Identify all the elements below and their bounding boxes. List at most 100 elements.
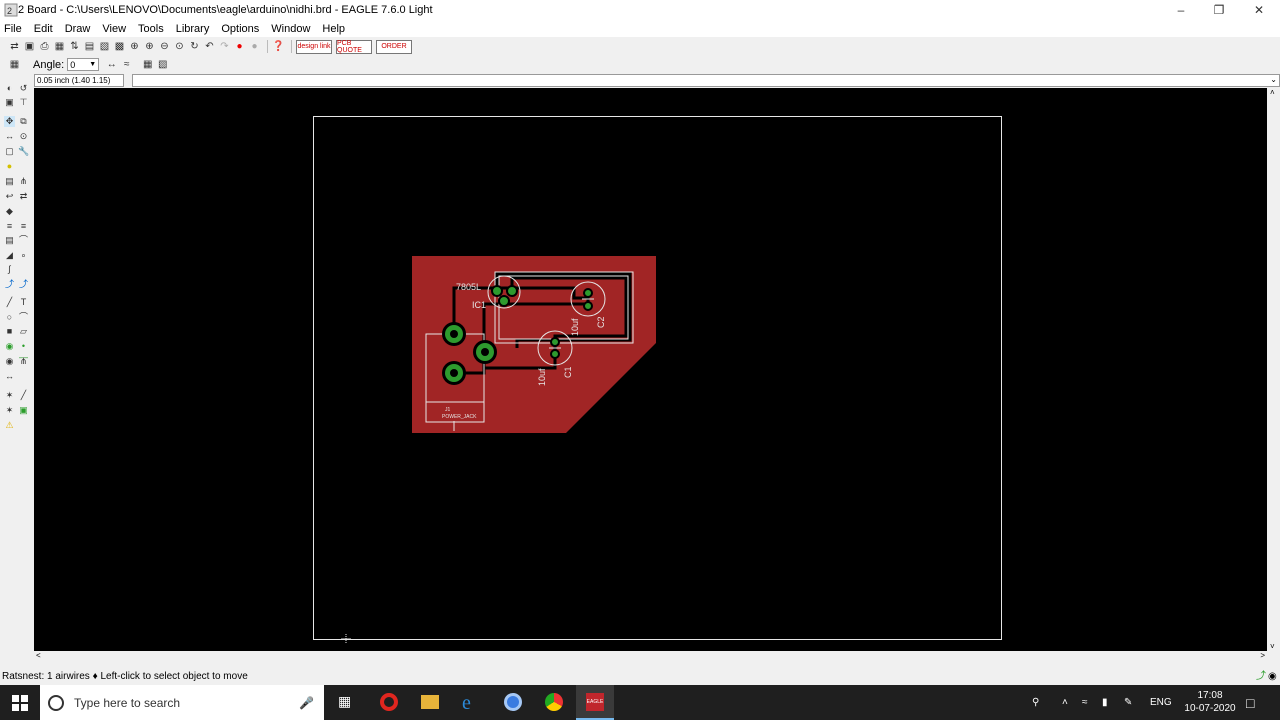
ulp-icon[interactable]: ▤ xyxy=(83,40,96,53)
group-icon[interactable]: ▢ xyxy=(4,146,15,157)
battery-icon[interactable]: ▮ xyxy=(1102,685,1108,720)
go-icon[interactable]: ● xyxy=(248,40,261,53)
grid-layout-icon[interactable]: ▦ xyxy=(141,58,154,71)
language-indicator[interactable]: ENG xyxy=(1150,685,1172,720)
script-icon[interactable]: ▧ xyxy=(98,40,111,53)
route-icon[interactable]: ∘ xyxy=(18,250,29,261)
circle-icon[interactable]: ○ xyxy=(4,312,15,323)
miter-icon[interactable]: ⌒ xyxy=(18,235,29,246)
arc-icon[interactable]: ⌒ xyxy=(18,312,29,323)
microphone-icon[interactable]: 🎤 xyxy=(299,696,314,710)
menu-file[interactable]: File xyxy=(4,23,22,35)
optimize-icon[interactable]: ◢ xyxy=(4,250,15,261)
signal-icon[interactable]: •— xyxy=(18,341,29,362)
meander-icon[interactable]: ∫ xyxy=(4,264,15,275)
autoroute-icon[interactable]: ⤴ xyxy=(18,279,29,290)
chevron-down-icon[interactable]: ⌄ xyxy=(1270,75,1277,84)
value-icon[interactable]: ≡ xyxy=(18,221,29,232)
via-icon[interactable]: ◉ xyxy=(4,341,15,352)
chevron-up-icon[interactable]: ˄ xyxy=(1062,685,1068,720)
menu-draw[interactable]: Draw xyxy=(65,23,91,35)
chevron-right-icon[interactable]: > xyxy=(1260,651,1265,660)
polygon-icon[interactable]: ▱ xyxy=(18,326,29,337)
print-icon[interactable]: ⎙ xyxy=(38,40,51,53)
chrome-icon[interactable] xyxy=(545,693,563,711)
order-button[interactable]: ORDER xyxy=(376,39,412,54)
change-icon[interactable]: 🔧 xyxy=(18,146,29,157)
pen-icon[interactable]: ✎ xyxy=(1124,685,1132,720)
menu-help[interactable]: Help xyxy=(322,23,345,35)
attribute-icon[interactable]: ⋔ xyxy=(18,356,29,367)
undo-icon[interactable]: ↶ xyxy=(203,40,216,53)
split-icon[interactable]: ≡ xyxy=(4,221,15,232)
command-line-input[interactable]: ⌄ xyxy=(132,74,1280,87)
save-icon[interactable]: ▣ xyxy=(23,40,36,53)
minimize-button[interactable]: – xyxy=(1162,0,1200,20)
delete-icon[interactable]: ▤ xyxy=(4,176,15,187)
taskbar-search-box[interactable]: Type here to search 🎤 xyxy=(40,685,324,720)
grid-layout2-icon[interactable]: ▧ xyxy=(156,58,169,71)
vertical-scrollbar[interactable]: ˄ ˅ xyxy=(1267,88,1280,651)
info-icon[interactable]: ◐ xyxy=(4,83,15,94)
wire-icon[interactable]: ╱ xyxy=(4,297,15,308)
layers-icon[interactable]: ▩ xyxy=(113,40,126,53)
grid-icon[interactable]: ▦ xyxy=(8,58,21,71)
eagle-taskbar-button[interactable]: EAGLE xyxy=(576,685,614,720)
text-icon[interactable]: T xyxy=(18,297,29,308)
task-view-icon[interactable]: ▦ xyxy=(338,693,356,711)
erc-icon[interactable]: ✶ xyxy=(4,405,15,416)
display-icon[interactable]: ▣ xyxy=(4,97,15,108)
drc-icon[interactable]: ▣ xyxy=(18,405,29,416)
chromium-icon[interactable] xyxy=(504,693,522,711)
people-icon[interactable]: ⚲ xyxy=(1032,685,1039,720)
help-icon[interactable]: ❓ xyxy=(272,40,285,53)
name-icon[interactable]: ⇄ xyxy=(18,191,29,202)
ratsnest-icon[interactable]: ✶ xyxy=(4,390,15,401)
board-canvas[interactable]: 7805L IC1 10uf C2 10uf C1 J1 POWER_JACK xyxy=(34,88,1267,651)
clock[interactable]: 17:08 10-07-2020 xyxy=(1180,689,1240,715)
ripup-icon[interactable]: ⤴ xyxy=(4,279,15,290)
horizontal-scrollbar[interactable]: < > xyxy=(34,651,1267,664)
copy-icon[interactable]: ⧉ xyxy=(18,116,29,127)
move-icon[interactable]: ✥ xyxy=(4,116,15,127)
angle-select[interactable]: 0 ▼ xyxy=(67,58,100,71)
windows-start-icon[interactable] xyxy=(12,695,28,711)
stop-icon[interactable]: ● xyxy=(233,40,246,53)
menu-library[interactable]: Library xyxy=(176,23,210,35)
zoom-in-icon[interactable]: ⊕ xyxy=(143,40,156,53)
chevron-up-icon[interactable]: ˄ xyxy=(1270,88,1275,97)
open-icon[interactable]: ⇄ xyxy=(8,40,21,53)
lock-icon[interactable]: ◆ xyxy=(4,206,15,217)
notification-icon[interactable]: □ xyxy=(1246,685,1254,720)
menu-tools[interactable]: Tools xyxy=(138,23,164,35)
zoom-select-icon[interactable]: ⊙ xyxy=(173,40,186,53)
redo-icon[interactable]: ↷ xyxy=(218,40,231,53)
chevron-down-icon[interactable]: ˅ xyxy=(1270,642,1275,651)
file-explorer-icon[interactable] xyxy=(421,695,439,709)
switch-icon[interactable]: ⇅ xyxy=(68,40,81,53)
paste-icon[interactable]: ● xyxy=(4,161,15,172)
menu-view[interactable]: View xyxy=(102,23,126,35)
cam-icon[interactable]: ▦ xyxy=(53,40,66,53)
restore-button[interactable]: ❐ xyxy=(1200,0,1238,20)
warning-icon[interactable]: ⚠ xyxy=(4,420,15,431)
opera-icon[interactable] xyxy=(380,693,398,711)
smash-icon[interactable]: ▤ xyxy=(4,235,15,246)
show-icon[interactable]: ↺ xyxy=(18,83,29,94)
edge-icon[interactable]: e xyxy=(462,692,471,715)
mirror-tool-icon[interactable]: ↔ xyxy=(4,131,15,142)
hole-icon[interactable]: ◉ xyxy=(4,356,15,367)
redraw-icon[interactable]: ↻ xyxy=(188,40,201,53)
rotate-icon[interactable]: ⊙ xyxy=(18,131,29,142)
rect-icon[interactable]: ■ xyxy=(4,326,15,337)
chevron-left-icon[interactable]: < xyxy=(36,651,41,660)
mark-icon[interactable]: ⊤ xyxy=(18,97,29,108)
close-button[interactable]: ✕ xyxy=(1240,0,1278,20)
zoom-fit-icon[interactable]: ⊕ xyxy=(128,40,141,53)
zoom-out-icon[interactable]: ⊖ xyxy=(158,40,171,53)
stop-status-icon[interactable]: ◉ xyxy=(1268,668,1277,685)
mirror-icon[interactable]: ↔ xyxy=(105,58,118,71)
spin-icon[interactable]: ≈ xyxy=(120,58,133,71)
replace-icon[interactable]: ↩ xyxy=(4,191,15,202)
pcb-quote-button[interactable]: PCB QUOTE xyxy=(336,39,372,54)
